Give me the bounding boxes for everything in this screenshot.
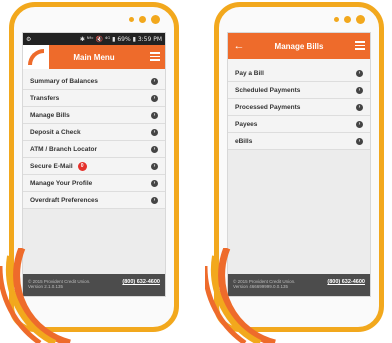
settings-icon: ⚙ [26,35,32,43]
chevron-right-icon: › [151,196,158,204]
manage-bills-list: Pay a Bill › Scheduled Payments › Processe… [228,59,370,150]
phone-camera-dots [334,15,365,24]
menu-item-label: ATM / Branch Locator [30,145,98,153]
phone-camera-dots [129,15,160,24]
footer: © 2015 Provident Credit Union. Version 46… [228,274,370,296]
menu-item-processed-payments[interactable]: Processed Payments › [228,99,370,116]
menu-item-label: Overdraft Preferences [30,196,99,204]
status-right: ✱ ᴺᶠᶜ 🔇 ⁴ᴳ ▮ 69% ▮ 3:59 PM [79,35,162,43]
phone-number-link[interactable]: (800) 632-4600 [122,279,160,285]
menu-item-transfers[interactable]: Transfers › [23,90,165,107]
menu-item-atm-branch-locator[interactable]: ATM / Branch Locator › [23,141,165,158]
menu-item-label: Deposit a Check [30,128,81,136]
chevron-right-icon: › [151,128,158,136]
version-text: Version 2.1.0.135 [28,284,64,289]
menu-item-pay-a-bill[interactable]: Pay a Bill › [228,65,370,82]
screen-manage-bills: ← Manage Bills Pay a Bill › Scheduled Pay… [227,32,371,297]
screen-main-menu: ⚙ ✱ ᴺᶠᶜ 🔇 ⁴ᴳ ▮ 69% ▮ 3:59 PM Main Menu S… [22,32,166,297]
menu-item-scheduled-payments[interactable]: Scheduled Payments › [228,82,370,99]
chevron-right-icon: › [151,94,158,102]
menu-item-deposit-a-check[interactable]: Deposit a Check › [23,124,165,141]
chevron-right-icon: › [151,162,158,170]
chevron-right-icon: › [151,77,158,85]
menu-item-summary-of-balances[interactable]: Summary of Balances › [23,73,165,90]
version-text: Version 466699999.0.0.135 [233,284,289,289]
footer-copyright: © 2015 Provident Credit Union. Version 2.… [28,279,90,289]
menu-item-overdraft-preferences[interactable]: Overdraft Preferences › [23,192,165,209]
chevron-right-icon: › [356,120,363,128]
menu-item-label: Pay a Bill [235,69,264,77]
back-arrow-icon[interactable]: ← [228,34,250,58]
chevron-right-icon: › [356,103,363,111]
menu-item-label: Manage Your Profile [30,179,93,187]
hamburger-menu-icon[interactable] [355,41,365,50]
chevron-right-icon: › [356,137,363,145]
hamburger-menu-icon[interactable] [150,52,160,61]
unread-count-badge: 0 [77,161,87,171]
menu-item-label: Manage Bills [30,111,70,119]
app-header: Main Menu [23,45,165,69]
logo-icon [23,45,49,69]
chevron-right-icon: › [356,86,363,94]
phone-left: ⚙ ✱ ᴺᶠᶜ 🔇 ⁴ᴳ ▮ 69% ▮ 3:59 PM Main Menu S… [9,2,179,332]
app-header: ← Manage Bills [228,33,370,59]
menu-item-payees[interactable]: Payees › [228,116,370,133]
footer: © 2015 Provident Credit Union. Version 2.… [23,274,165,296]
menu-item-secure-email[interactable]: Secure E-Mail 0 › [23,158,165,175]
menu-item-ebills[interactable]: eBills › [228,133,370,150]
menu-item-label: Transfers [30,94,60,102]
status-bar: ⚙ ✱ ᴺᶠᶜ 🔇 ⁴ᴳ ▮ 69% ▮ 3:59 PM [23,33,165,45]
chevron-right-icon: › [151,111,158,119]
footer-copyright: © 2015 Provident Credit Union. Version 46… [233,279,295,289]
menu-item-label: Secure E-Mail [30,162,73,170]
menu-item-manage-bills[interactable]: Manage Bills › [23,107,165,124]
menu-item-label: Processed Payments [235,103,301,111]
menu-item-manage-your-profile[interactable]: Manage Your Profile › [23,175,165,192]
menu-item-label: Summary of Balances [30,77,98,85]
stage: ⚙ ✱ ᴺᶠᶜ 🔇 ⁴ᴳ ▮ 69% ▮ 3:59 PM Main Menu S… [0,0,392,343]
main-menu-list: Summary of Balances › Transfers › Manage B… [23,69,165,209]
chevron-right-icon: › [151,179,158,187]
menu-item-label: Scheduled Payments [235,86,301,94]
chevron-right-icon: › [356,69,363,77]
chevron-right-icon: › [151,145,158,153]
phone-right: ← Manage Bills Pay a Bill › Scheduled Pay… [214,2,384,332]
menu-item-label: eBills [235,137,253,145]
menu-item-label: Payees [235,120,258,128]
phone-number-link[interactable]: (800) 632-4600 [327,279,365,285]
